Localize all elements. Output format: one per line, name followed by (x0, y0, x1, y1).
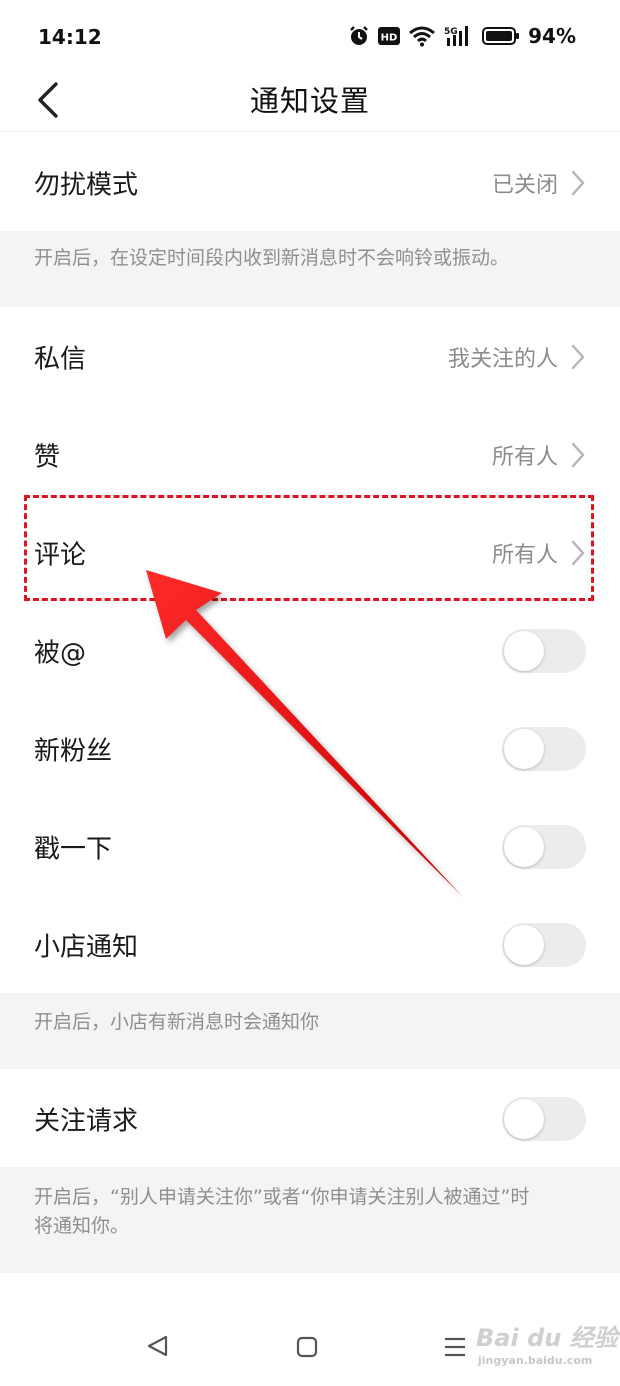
nav-back-icon[interactable] (144, 1334, 172, 1358)
watermark-sub: jingyan.baidu.com (478, 1354, 593, 1367)
watermark-main: Bai du 经验 (476, 1324, 618, 1352)
baidu-watermark: Bai du 经验 jingyan.baidu.com (476, 1318, 618, 1367)
nav-menu-icon[interactable] (442, 1336, 468, 1358)
nav-home-icon[interactable] (295, 1335, 319, 1359)
annotation-arrow (146, 570, 462, 896)
